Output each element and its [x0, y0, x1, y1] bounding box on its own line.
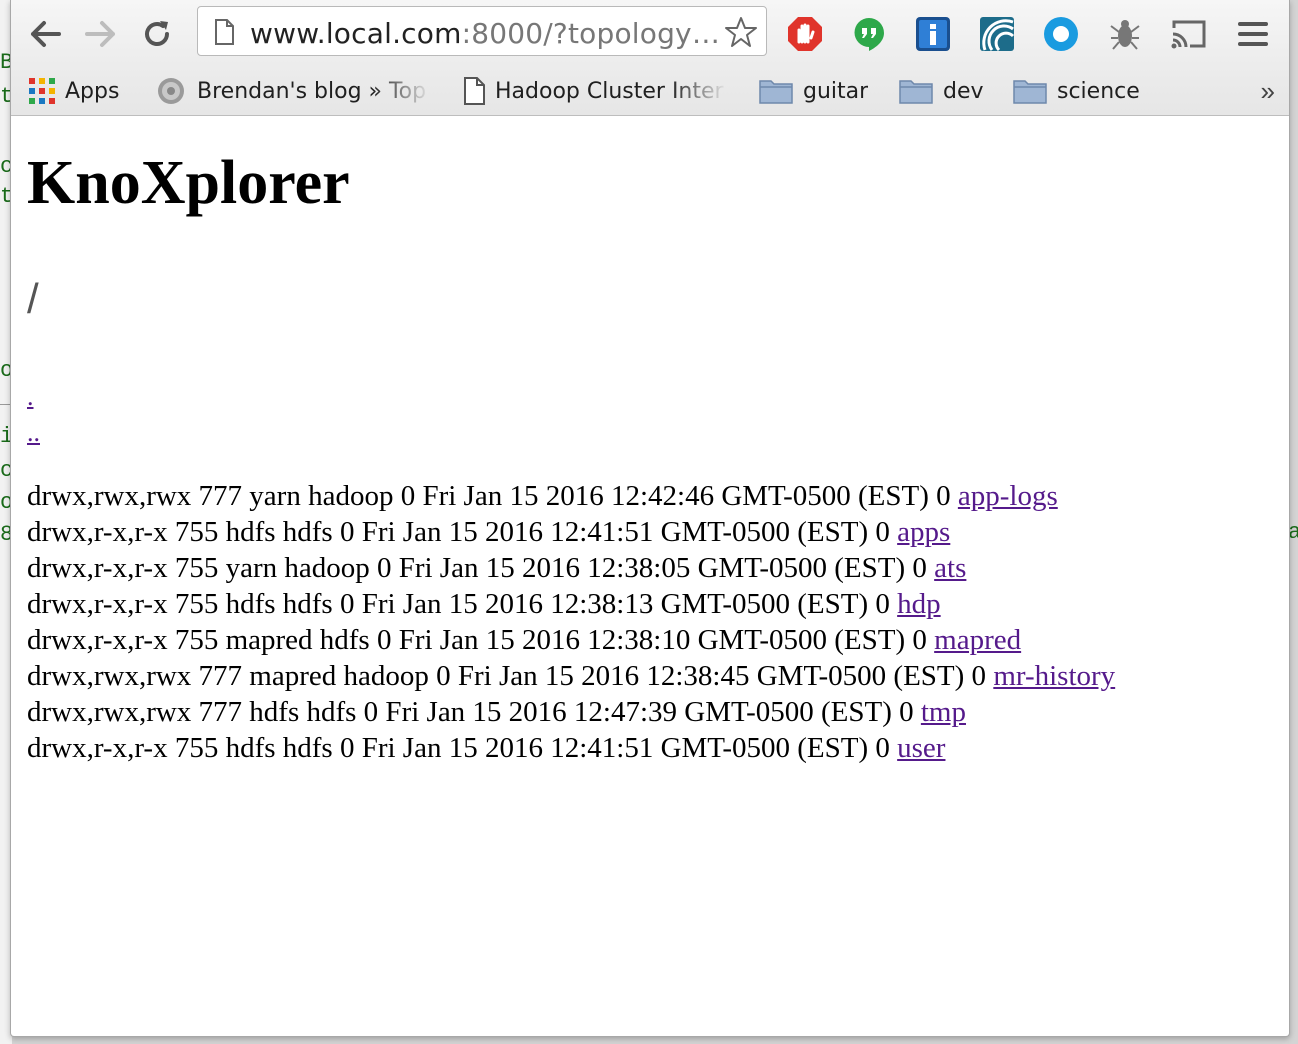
entry-info: drwx,r-x,r-x 755 hdfs hdfs 0 Fri Jan 15 … — [27, 588, 898, 620]
browser-toolbar: www.local.com:8000/?topology… — [11, 0, 1289, 66]
entry-info: drwx,r-x,r-x 755 hdfs hdfs 0 Fri Jan 15 … — [27, 732, 898, 764]
entry-info: drwx,r-x,r-x 755 yarn hadoop 0 Fri Jan 1… — [27, 552, 935, 584]
listing-row: drwx,r-x,r-x 755 hdfs hdfs 0 Fri Jan 15 … — [27, 514, 1115, 550]
entry-link[interactable]: apps — [897, 516, 950, 548]
bookmark-apps[interactable]: Apps — [29, 74, 119, 108]
bookmark-brendans-blog[interactable]: Brendan's blog » Top — [155, 74, 431, 108]
bug-extension-icon[interactable] — [1105, 14, 1145, 54]
entry-link[interactable]: user — [897, 732, 945, 764]
parent-dir-link[interactable]: .. — [27, 420, 40, 446]
entry-info: drwx,rwx,rwx 777 hdfs hdfs 0 Fri Jan 15 … — [27, 696, 921, 728]
page-content: KnoXplorer / . .. drwx,rwx,rwx 777 yarn … — [11, 116, 1289, 1036]
entry-link[interactable]: mapred — [934, 624, 1021, 656]
listing-row: drwx,r-x,r-x 755 yarn hadoop 0 Fri Jan 1… — [27, 550, 1115, 586]
current-dir-link[interactable]: . — [27, 384, 34, 410]
reload-button[interactable] — [137, 14, 177, 54]
circle-extension-icon[interactable] — [1041, 14, 1081, 54]
page-icon — [463, 77, 485, 105]
forward-arrow-icon — [85, 21, 115, 47]
entry-link[interactable]: ats — [934, 552, 966, 584]
menu-icon[interactable] — [1233, 14, 1273, 54]
address-bar[interactable]: www.local.com:8000/?topology… — [197, 6, 767, 56]
entry-link[interactable]: mr-history — [993, 660, 1115, 692]
bookmark-hadoop-cluster[interactable]: Hadoop Cluster Inter — [463, 74, 731, 108]
entry-info: drwx,r-x,r-x 755 hdfs hdfs 0 Fri Jan 15 … — [27, 516, 898, 548]
bookmarks-bar: Apps Brendan's blog » Top Hadoop Cluster… — [11, 66, 1289, 116]
page-icon — [214, 19, 234, 50]
bookmark-star-icon[interactable] — [724, 15, 758, 54]
bookmark-folder-science[interactable]: science — [1013, 74, 1140, 108]
listing-row: drwx,rwx,rwx 777 yarn hadoop 0 Fri Jan 1… — [27, 478, 1115, 514]
browser-window: www.local.com:8000/?topology… Apps Brend… — [10, 0, 1290, 1037]
current-path: / — [27, 275, 39, 322]
cast-icon[interactable] — [1169, 14, 1209, 54]
bookmarks-overflow-button[interactable]: » — [1261, 76, 1275, 107]
info-extension-icon[interactable] — [913, 14, 953, 54]
gear-favicon-icon — [155, 75, 187, 107]
back-button[interactable] — [25, 14, 65, 54]
url-text: www.local.com:8000/?topology… — [250, 17, 721, 50]
listing-row: drwx,r-x,r-x 755 hdfs hdfs 0 Fri Jan 15 … — [27, 730, 1115, 766]
listing-row: drwx,rwx,rwx 777 hdfs hdfs 0 Fri Jan 15 … — [27, 694, 1115, 730]
entry-info: drwx,rwx,rwx 777 mapred hadoop 0 Fri Jan… — [27, 660, 994, 692]
reload-icon — [145, 21, 169, 46]
folder-icon — [759, 78, 793, 104]
directory-listing: drwx,rwx,rwx 777 yarn hadoop 0 Fri Jan 1… — [27, 478, 1115, 766]
folder-icon — [899, 78, 933, 104]
bookmark-folder-guitar[interactable]: guitar — [759, 74, 868, 108]
folder-icon — [1013, 78, 1047, 104]
back-arrow-icon — [31, 21, 61, 47]
entry-info: drwx,rwx,rwx 777 yarn hadoop 0 Fri Jan 1… — [27, 480, 958, 512]
wave-extension-icon[interactable] — [977, 14, 1017, 54]
entry-link[interactable]: tmp — [921, 696, 966, 728]
listing-row: drwx,rwx,rwx 777 mapred hadoop 0 Fri Jan… — [27, 658, 1115, 694]
bookmark-folder-dev[interactable]: dev — [899, 74, 984, 108]
page-title: KnoXplorer — [27, 149, 350, 217]
entry-link[interactable]: hdp — [897, 588, 941, 620]
hangouts-extension-icon[interactable] — [849, 14, 889, 54]
listing-row: drwx,r-x,r-x 755 hdfs hdfs 0 Fri Jan 15 … — [27, 586, 1115, 622]
entry-link[interactable]: app-logs — [958, 480, 1058, 512]
forward-button[interactable] — [81, 14, 121, 54]
apps-grid-icon — [29, 78, 55, 104]
entry-info: drwx,r-x,r-x 755 mapred hdfs 0 Fri Jan 1… — [27, 624, 935, 656]
listing-row: drwx,r-x,r-x 755 mapred hdfs 0 Fri Jan 1… — [27, 622, 1115, 658]
adblock-extension-icon[interactable] — [785, 14, 825, 54]
